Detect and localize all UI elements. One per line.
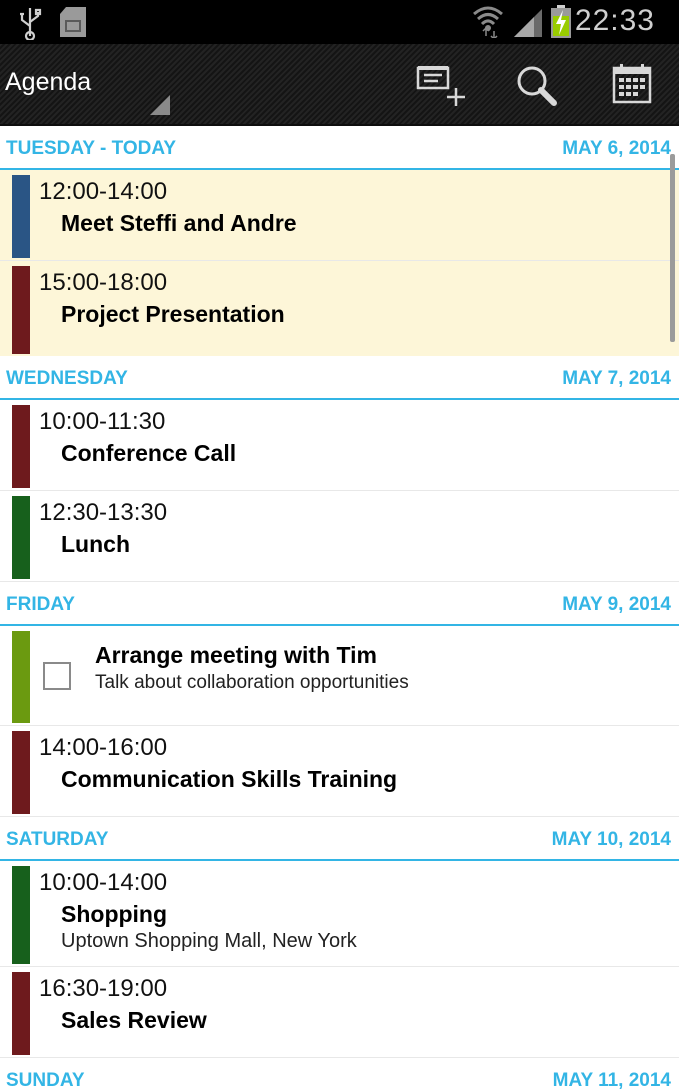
day-name: TUESDAY - TODAY: [6, 138, 176, 159]
event-title: Shopping: [61, 901, 168, 927]
day-date: MAY 10, 2014: [551, 829, 671, 850]
event-time: 10:00-11:30: [39, 408, 166, 435]
event-item[interactable]: 12:30-13:30 Lunch: [0, 491, 679, 582]
day-date: MAY 9, 2014: [562, 594, 671, 615]
day-date: MAY 6, 2014: [562, 138, 671, 159]
day-date: MAY 7, 2014: [562, 368, 671, 389]
go-to-today-button[interactable]: [606, 62, 660, 110]
task-title: Arrange meeting with Tim: [95, 642, 378, 668]
day-header-tuesday: TUESDAY - TODAY MAY 6, 2014: [0, 126, 679, 170]
day-header-wednesday: WEDNESDAY MAY 7, 2014: [0, 356, 679, 400]
action-bar-title: Agenda: [5, 68, 92, 96]
task-color-bar: [12, 631, 30, 723]
event-time: 14:00-16:00: [39, 734, 168, 761]
usb-icon: [18, 6, 42, 45]
event-title: Sales Review: [61, 1007, 207, 1033]
event-item[interactable]: 12:00-14:00 Meet Steffi and Andre: [0, 170, 679, 261]
search-icon: [510, 66, 564, 114]
event-time: 12:00-14:00: [39, 178, 168, 205]
event-time: 15:00-18:00: [39, 269, 168, 296]
event-title: Project Presentation: [61, 301, 285, 327]
event-item[interactable]: 14:00-16:00 Communication Skills Trainin…: [0, 726, 679, 817]
day-date: MAY 11, 2014: [552, 1070, 671, 1091]
view-spinner[interactable]: Agenda: [0, 44, 175, 124]
day-name: FRIDAY: [6, 594, 75, 615]
task-checkbox[interactable]: [43, 662, 71, 690]
sd-card-icon: [58, 6, 88, 43]
event-item[interactable]: 15:00-18:00 Project Presentation: [0, 261, 679, 356]
day-header-saturday: SATURDAY MAY 10, 2014: [0, 817, 679, 861]
new-event-icon: [414, 66, 468, 114]
status-time: 22:33: [574, 4, 655, 37]
signal-icon: [512, 8, 544, 43]
wifi-icon: [472, 4, 504, 43]
event-color-bar: [12, 266, 30, 354]
scrollbar[interactable]: [670, 154, 675, 342]
event-title: Conference Call: [61, 440, 237, 466]
battery-charging-icon: [550, 5, 572, 44]
status-bar: 22:33: [0, 0, 679, 44]
event-time: 16:30-19:00: [39, 975, 168, 1002]
agenda-list[interactable]: TUESDAY - TODAY MAY 6, 2014 12:00-14:00 …: [0, 126, 679, 1091]
calendar-icon: [606, 64, 660, 114]
event-color-bar: [12, 972, 30, 1055]
event-item[interactable]: 10:00-11:30 Conference Call: [0, 400, 679, 491]
event-time: 12:30-13:30: [39, 499, 168, 526]
day-name: SATURDAY: [6, 829, 109, 850]
day-header-sunday: SUNDAY MAY 11, 2014: [0, 1058, 679, 1091]
day-header-friday: FRIDAY MAY 9, 2014: [0, 582, 679, 626]
event-title: Communication Skills Training: [61, 766, 398, 792]
event-color-bar: [12, 496, 30, 579]
event-color-bar: [12, 731, 30, 814]
day-name: WEDNESDAY: [6, 368, 128, 389]
event-location: Uptown Shopping Mall, New York: [61, 930, 357, 952]
new-event-button[interactable]: [414, 62, 468, 110]
event-color-bar: [12, 866, 30, 964]
today-events: 12:00-14:00 Meet Steffi and Andre 15:00-…: [0, 170, 679, 356]
event-color-bar: [12, 405, 30, 488]
day-name: SUNDAY: [6, 1070, 85, 1091]
event-item[interactable]: 16:30-19:00 Sales Review: [0, 967, 679, 1058]
event-title: Lunch: [61, 531, 130, 557]
search-button[interactable]: [510, 62, 564, 110]
action-bar: Agenda: [0, 44, 679, 126]
task-note: Talk about collaboration opportunities: [95, 672, 409, 693]
event-color-bar: [12, 175, 30, 258]
event-time: 10:00-14:00: [39, 869, 168, 896]
task-item[interactable]: Arrange meeting with Tim Talk about coll…: [0, 626, 679, 726]
event-item[interactable]: 10:00-14:00 Shopping Uptown Shopping Mal…: [0, 861, 679, 967]
event-title: Meet Steffi and Andre: [61, 210, 297, 236]
spinner-triangle-icon: [150, 95, 170, 115]
